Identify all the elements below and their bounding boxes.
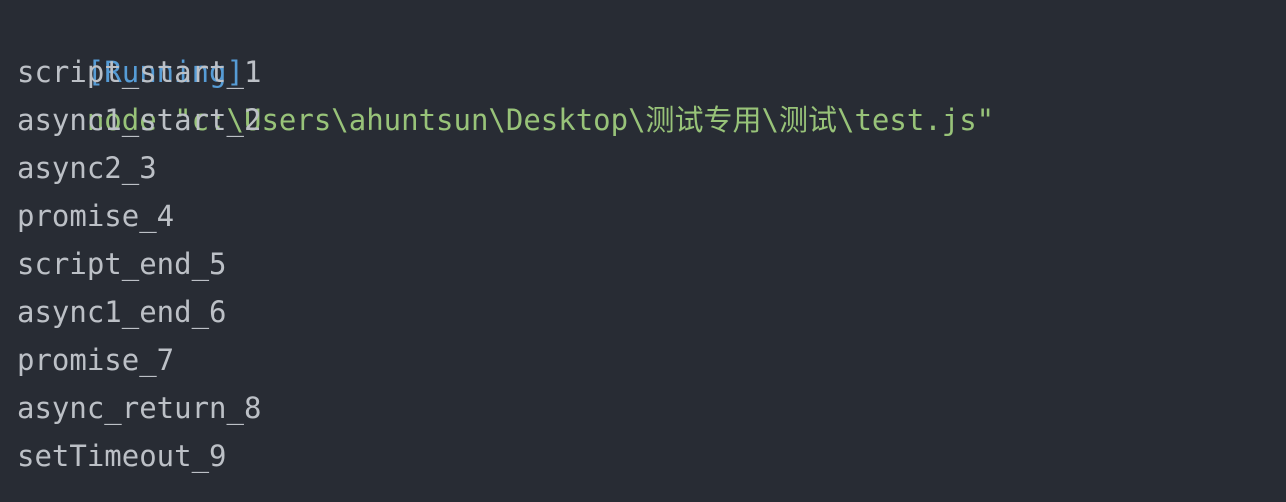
output-line: script_end_5 (17, 247, 227, 281)
output-line: setTimeout_9 (17, 439, 227, 473)
output-line: promise_4 (17, 199, 175, 233)
output-terminal[interactable]: [Running] node "c:\Users\ahuntsun\Deskto… (0, 0, 1286, 502)
output-line: async1_end_6 (17, 295, 227, 329)
run-command-line: [Running] node "c:\Users\ahuntsun\Deskto… (17, 0, 1286, 137)
output-line: async_return_8 (17, 391, 262, 425)
output-line: async2_3 (17, 151, 157, 185)
output-line: promise_7 (17, 343, 175, 377)
output-line: script_start_1 (17, 55, 262, 89)
